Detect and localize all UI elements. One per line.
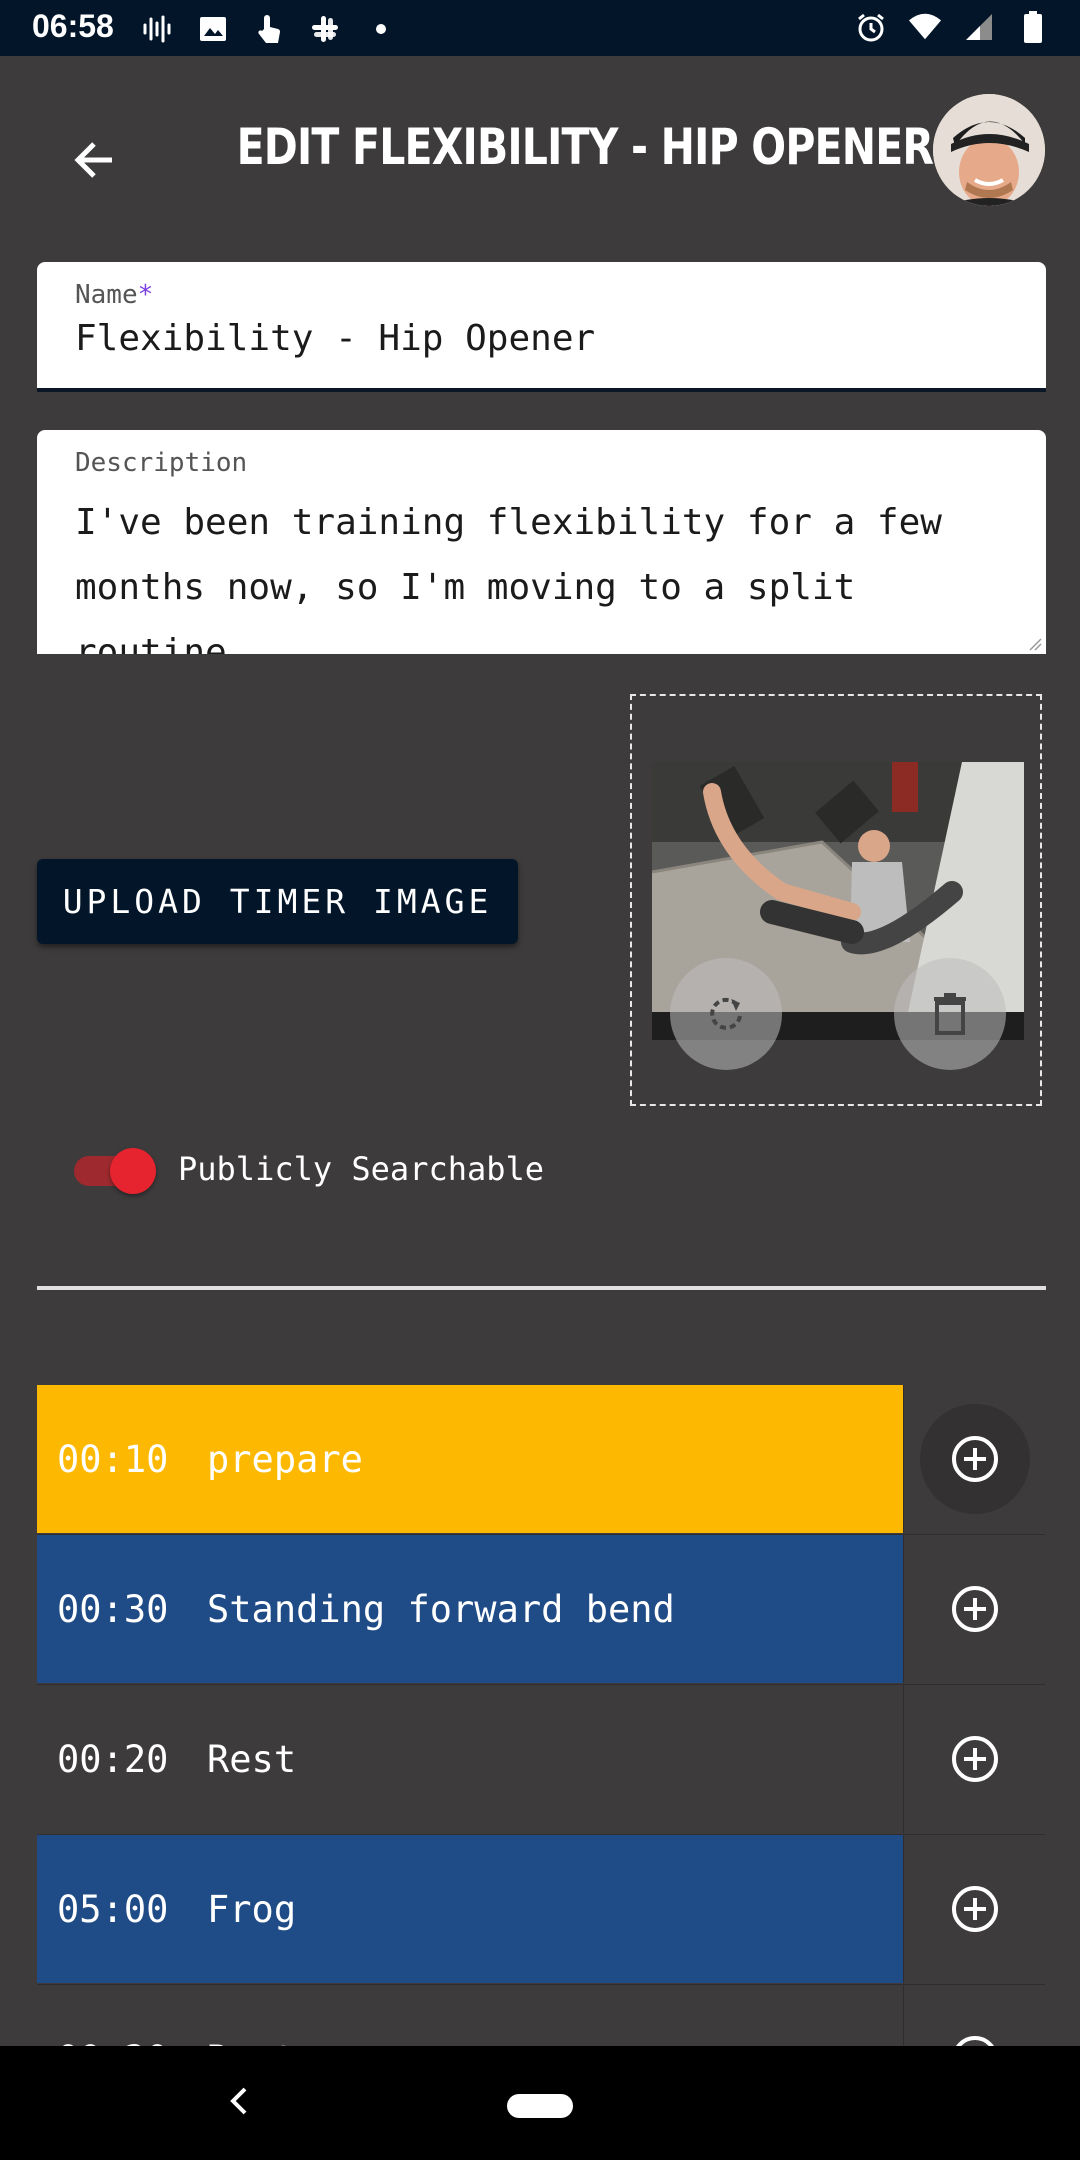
description-input[interactable]: I've been training flexibility for a few… xyxy=(75,490,1006,654)
interval-name: Rest xyxy=(207,1737,297,1781)
interval-time: 00:10 xyxy=(57,1437,169,1481)
name-label: Name* xyxy=(75,280,154,310)
rotate-image-button[interactable] xyxy=(670,958,782,1070)
resize-handle-icon[interactable] xyxy=(1028,636,1042,651)
nav-home-button[interactable] xyxy=(507,2094,573,2118)
description-field[interactable]: Description I've been training flexibili… xyxy=(37,430,1046,654)
add-circle-icon xyxy=(952,1886,998,1932)
nav-back-button[interactable] xyxy=(214,2076,264,2126)
add-circle-icon xyxy=(952,1436,998,1482)
audio-waveform-icon xyxy=(140,12,174,46)
interval-name: Standing forward bend xyxy=(207,1587,675,1631)
wifi-icon xyxy=(908,10,942,44)
page-title: EDIT FLEXIBILITY - HIP OPENER xyxy=(236,118,934,176)
interval-body[interactable]: 00:20 Rest xyxy=(37,1685,903,1833)
interval-time: 05:00 xyxy=(57,1887,169,1931)
required-mark: * xyxy=(137,280,154,310)
interval-time: 00:30 xyxy=(57,1587,169,1631)
upload-timer-image-button[interactable]: UPLOAD TIMER IMAGE xyxy=(37,859,518,944)
interval-time: 00:20 xyxy=(57,1737,169,1781)
publicly-searchable-label: Publicly Searchable xyxy=(178,1150,545,1188)
interval-row[interactable]: 00:20 Rest xyxy=(37,1685,1046,1835)
delete-image-button[interactable] xyxy=(894,958,1006,1070)
toggle-thumb xyxy=(110,1148,156,1194)
trash-icon xyxy=(934,993,966,1035)
interval-row[interactable]: 05:00 Frog xyxy=(37,1835,1046,1985)
app-header: EDIT FLEXIBILITY - HIP OPENER xyxy=(0,56,1080,246)
alarm-icon xyxy=(854,10,888,44)
add-circle-icon xyxy=(952,1736,998,1782)
chevron-left-icon xyxy=(230,2087,247,2115)
interval-body[interactable]: 00:10 prepare xyxy=(37,1385,903,1533)
description-label: Description xyxy=(75,448,248,478)
interval-list: 00:10 prepare 00:30 Standing forward ben… xyxy=(37,1385,1046,2135)
name-input[interactable]: Flexibility - Hip Opener xyxy=(75,318,595,359)
touch-icon xyxy=(252,12,286,46)
interval-row[interactable]: 00:10 prepare xyxy=(37,1385,1046,1535)
interval-body[interactable]: 05:00 Frog xyxy=(37,1835,903,1983)
status-time: 06:58 xyxy=(32,8,114,44)
status-system-icons xyxy=(854,10,1050,44)
image-icon xyxy=(196,12,230,46)
status-bar: 06:58 xyxy=(0,0,1080,56)
name-field[interactable]: Name* Flexibility - Hip Opener xyxy=(37,262,1046,392)
image-dropzone[interactable] xyxy=(630,694,1042,1106)
divider xyxy=(37,1286,1046,1290)
back-button[interactable] xyxy=(58,124,130,196)
slack-icon xyxy=(308,12,342,46)
rotate-icon xyxy=(710,997,742,1030)
add-interval-button[interactable] xyxy=(903,1685,1046,1833)
publicly-searchable-toggle[interactable] xyxy=(74,1148,160,1194)
add-circle-icon xyxy=(952,1586,998,1632)
signal-icon xyxy=(962,10,996,44)
interval-row[interactable]: 00:30 Standing forward bend xyxy=(37,1535,1046,1685)
battery-icon xyxy=(1016,10,1050,44)
interval-name: Frog xyxy=(207,1887,297,1931)
dot-icon xyxy=(364,12,398,46)
arrow-left-icon xyxy=(74,142,112,178)
add-interval-button[interactable] xyxy=(903,1535,1046,1683)
interval-name: prepare xyxy=(207,1437,363,1481)
interval-body[interactable]: 00:30 Standing forward bend xyxy=(37,1535,903,1683)
status-notification-icons xyxy=(140,12,398,46)
avatar[interactable] xyxy=(933,94,1045,206)
add-interval-button[interactable] xyxy=(903,1835,1046,1983)
add-interval-button[interactable] xyxy=(903,1385,1046,1533)
